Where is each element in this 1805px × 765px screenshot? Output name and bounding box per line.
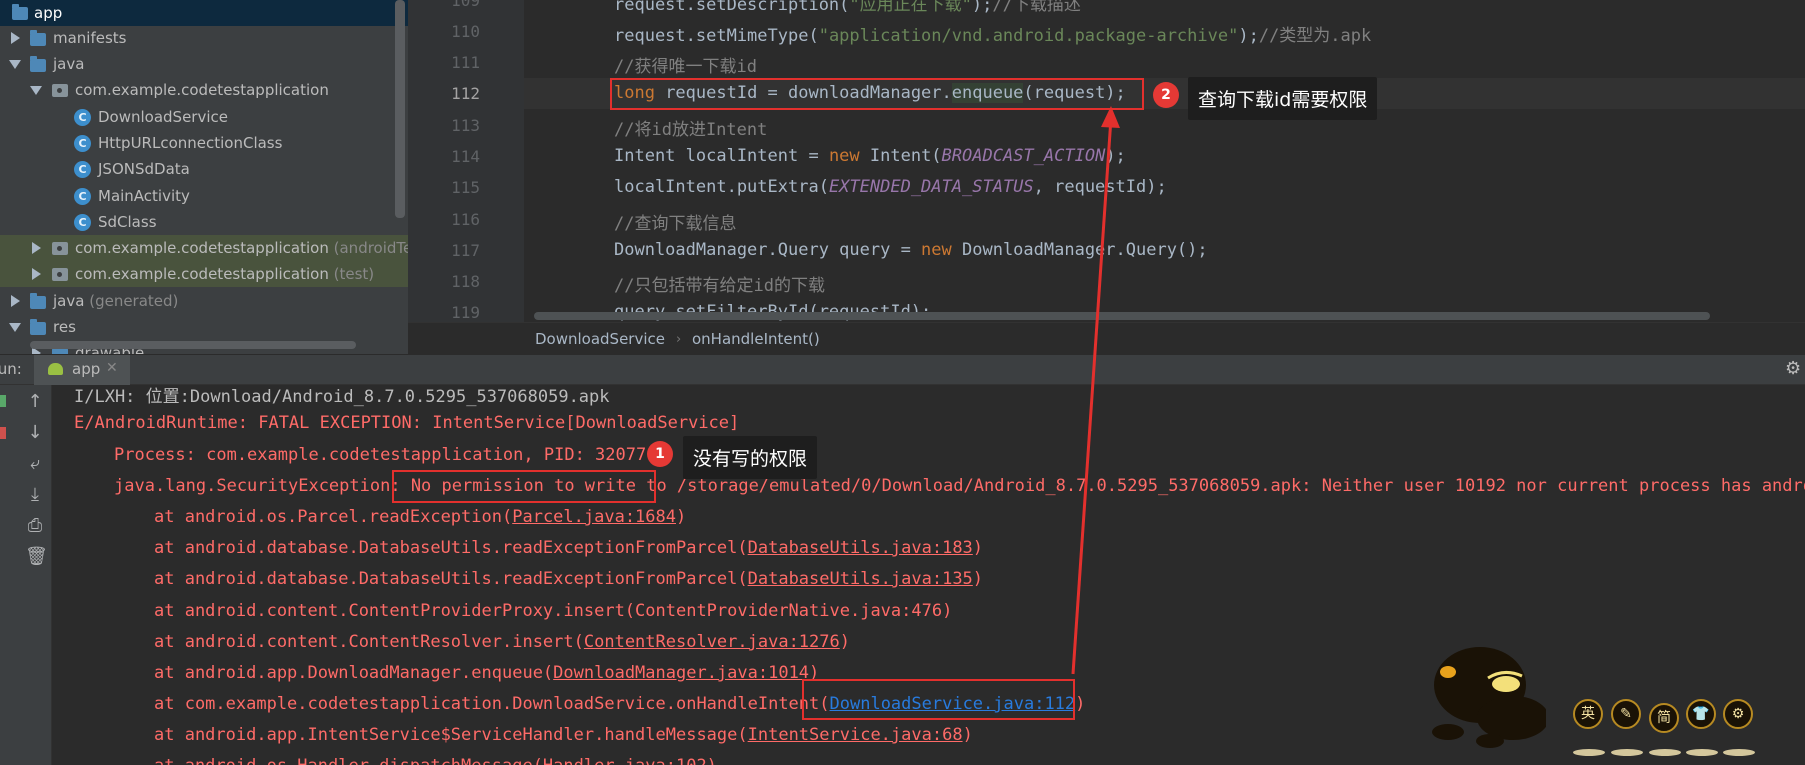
button-shadow: [1686, 749, 1718, 756]
ime-settings-icon[interactable]: ⚙: [1723, 699, 1753, 729]
mascot-figure[interactable]: [1418, 640, 1546, 750]
handwriting-icon[interactable]: ✎: [1611, 699, 1641, 729]
language-switch-icon[interactable]: 英: [1573, 699, 1603, 729]
button-shadow: [1573, 749, 1605, 756]
skin-icon[interactable]: 👕: [1686, 699, 1716, 729]
button-shadow: [1649, 749, 1681, 756]
arrowhead: [1101, 106, 1120, 128]
arrow-line: [1071, 117, 1113, 675]
button-shadow: [1611, 749, 1643, 756]
simplified-chinese-icon[interactable]: 简: [1649, 703, 1679, 733]
button-shadow: [1723, 749, 1755, 756]
